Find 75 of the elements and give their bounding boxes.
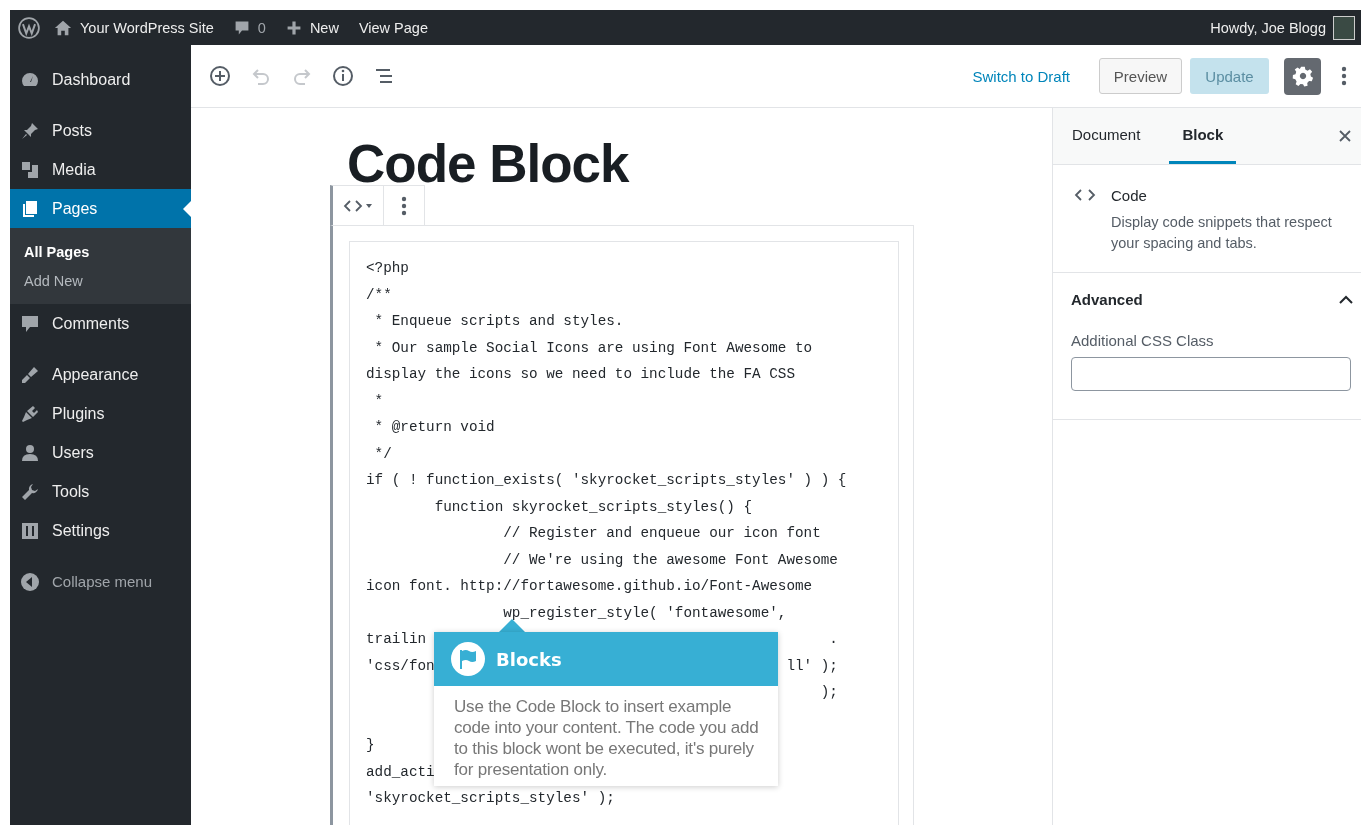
- sidebar-menu-item[interactable]: Posts: [10, 111, 191, 150]
- person-icon: [20, 442, 40, 463]
- new-link[interactable]: New: [285, 19, 339, 36]
- media-icon: [20, 159, 40, 180]
- code-line: ll' );: [786, 656, 838, 676]
- plus-icon: [285, 19, 302, 36]
- post-title[interactable]: Code Block: [347, 108, 1052, 190]
- code-line: icon font. http://fortawesome.github.io/Font-Awesome: [366, 577, 813, 596]
- code-line: // We're using the awesome Font Awesome: [502, 550, 838, 570]
- account-greeting[interactable]: Howdy, Joe Blogg: [1210, 19, 1326, 36]
- more-options-icon[interactable]: [1341, 64, 1347, 88]
- pages-icon: [20, 198, 40, 219]
- code-line: }: [366, 736, 375, 755]
- code-line: * Our sample Social Icons are using Font Awesome to: [373, 338, 813, 358]
- gear-icon: [1291, 65, 1314, 87]
- chevron-up-icon: [1339, 295, 1353, 304]
- sidebar-menu-item[interactable]: Media: [10, 150, 191, 189]
- info-icon[interactable]: [331, 64, 355, 88]
- field-label: Additional CSS Class: [1071, 332, 1215, 349]
- code-line: add_acti: [366, 762, 435, 782]
- code-line: trailin: [366, 630, 427, 649]
- preview-button[interactable]: Preview: [1099, 58, 1182, 94]
- avatar-placeholder[interactable]: [1333, 15, 1355, 40]
- speech-bubble-icon: [20, 313, 40, 334]
- sliders-icon: [20, 520, 40, 541]
- submenu-item[interactable]: All Pages: [10, 238, 191, 267]
- panel-tab[interactable]: Document: [1059, 108, 1154, 164]
- collapse-menu-button[interactable]: Collapse menu: [10, 562, 191, 601]
- code-line: function skyrocket_scripts_styles() {: [433, 497, 753, 517]
- wordpress-logo-icon[interactable]: [18, 16, 40, 39]
- sidebar-menu-item[interactable]: Plugins: [10, 394, 191, 433]
- plug-icon: [20, 403, 40, 424]
- home-icon: [54, 18, 72, 37]
- code-line: 'css/fon: [366, 656, 435, 676]
- code-line: .: [829, 630, 838, 649]
- code-brackets-icon: [1073, 187, 1097, 203]
- panel-tab[interactable]: Block: [1169, 108, 1237, 164]
- sidebar-menu-item[interactable]: Dashboard: [10, 60, 191, 99]
- code-line: /**: [366, 285, 392, 305]
- add-block-icon[interactable]: [208, 64, 232, 88]
- code-line: // Register and enqueue our icon font: [502, 524, 821, 543]
- code-line: <?php: [366, 259, 409, 278]
- css-class-input-field[interactable]: [1071, 357, 1351, 391]
- code-line: );: [820, 683, 838, 702]
- sidebar-menu-item[interactable]: Settings: [10, 511, 191, 550]
- sidebar-menu-item[interactable]: Appearance: [10, 355, 191, 394]
- sidebar-menu-item[interactable]: Users: [10, 433, 191, 472]
- sidebar-menu-item[interactable]: Comments: [10, 304, 191, 343]
- code-line: wp_register_style( 'fontawesome',: [502, 603, 787, 623]
- sidebar-menu-item[interactable]: Pages: [10, 189, 191, 228]
- code-line: * Enqueue scripts and styles.: [373, 312, 624, 331]
- sidebar-menu-item[interactable]: Tools: [10, 472, 191, 511]
- submenu-item[interactable]: Add New: [10, 267, 191, 296]
- site-name-link[interactable]: Your WordPress Site: [54, 18, 214, 37]
- pushpin-icon: [20, 120, 40, 141]
- block-name: Code: [1111, 187, 1148, 204]
- tooltip-text: Use the Code Block to insert example code into your content. The code you add to this block wont be executed, it's purely for presentation only.: [453, 696, 760, 781]
- paintbrush-icon: [20, 364, 40, 385]
- advanced-section-toggle[interactable]: Advanced: [1071, 291, 1353, 308]
- code-line: *: [373, 391, 384, 411]
- code-line: if ( ! function_exists( 'skyrocket_scripts_styles' ) ) {: [366, 471, 847, 490]
- code-line: */: [373, 444, 392, 464]
- switch-to-draft-link[interactable]: Switch to Draft: [972, 67, 1070, 85]
- flag-icon: [450, 641, 486, 677]
- comments-link[interactable]: 0: [233, 19, 266, 36]
- code-line: * @return void: [373, 418, 495, 437]
- tooltip-title: Blocks: [496, 648, 562, 670]
- speech-bubble-icon: [233, 19, 250, 36]
- view-page-link[interactable]: View Page: [358, 19, 428, 36]
- settings-button[interactable]: [1284, 57, 1321, 95]
- wrench-icon: [20, 481, 40, 502]
- code-line: 'skyrocket_scripts_styles' );: [366, 789, 615, 808]
- code-line: display the icons so we need to include the FA CSS: [366, 365, 795, 384]
- block-description: Display code snippets that respect your spacing and tabs.: [1111, 213, 1333, 253]
- close-icon[interactable]: [1339, 130, 1351, 142]
